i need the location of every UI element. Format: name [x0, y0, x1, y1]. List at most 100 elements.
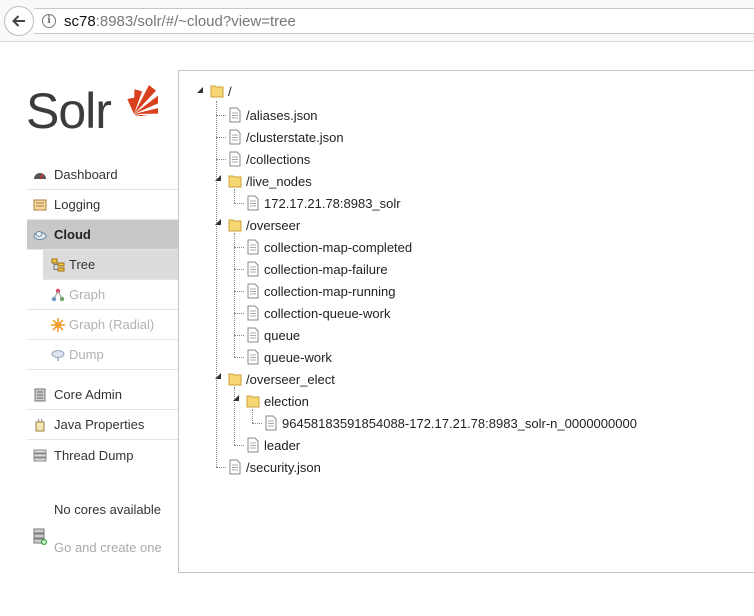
tree-line	[234, 233, 235, 357]
nav-graph[interactable]: Graph	[27, 280, 178, 310]
file-icon	[247, 349, 259, 365]
solr-sun-icon	[127, 85, 158, 116]
folder-icon	[228, 219, 242, 232]
nav-java-properties[interactable]: Java Properties	[27, 410, 178, 440]
tree-node-label: /live_nodes	[246, 173, 312, 189]
nav-core-admin[interactable]: Core Admin	[27, 380, 178, 410]
tree-line	[234, 247, 244, 248]
tree-node-live-node[interactable]: 172.17.21.78:8983_solr	[246, 193, 401, 213]
nav-graph-label: Graph	[69, 287, 106, 302]
nav-tree[interactable]: Tree	[43, 250, 178, 280]
nav-dump[interactable]: Dump	[27, 340, 178, 370]
tree-node-label: queue-work	[264, 349, 332, 365]
graph-icon	[51, 288, 65, 302]
tree-line	[234, 445, 244, 446]
nav-logging[interactable]: Logging	[27, 190, 178, 220]
tree-line	[216, 115, 226, 116]
tree-node-queue[interactable]: queue	[246, 325, 300, 345]
tree-node-label: election	[264, 393, 309, 409]
tree-node-election[interactable]: election	[246, 391, 309, 411]
solr-logo[interactable]: Solr	[26, 68, 160, 140]
tree-panel: / /aliases.json /clusterstate.json /coll…	[178, 70, 754, 573]
tree-node-live-nodes[interactable]: /live_nodes	[228, 171, 312, 191]
tree-line	[216, 101, 217, 467]
nav-cloud-label: Cloud	[54, 227, 91, 242]
file-icon	[247, 195, 259, 211]
core-admin-icon	[34, 388, 46, 402]
tree-node-leader[interactable]: leader	[246, 435, 300, 455]
file-icon	[265, 415, 277, 431]
folder-icon	[210, 85, 224, 98]
file-icon	[247, 437, 259, 453]
graph-radial-icon	[51, 318, 65, 332]
tree-node-label: /aliases.json	[246, 107, 318, 123]
tree-node-label: /overseer_elect	[246, 371, 335, 387]
expand-toggle-icon[interactable]	[213, 371, 223, 381]
tree-node-overseer[interactable]: /overseer	[228, 215, 300, 235]
url-text: sc78:8983/solr/#/~cloud?view=tree	[64, 13, 296, 30]
tree-node-label: leader	[264, 437, 301, 453]
tree-node-label: queue	[264, 327, 301, 343]
expand-toggle-icon[interactable]	[213, 217, 223, 227]
nav-logging-label: Logging	[54, 197, 101, 212]
tree-node-cmap-completed[interactable]: collection-map-completed	[246, 237, 412, 257]
back-button[interactable]	[4, 6, 34, 36]
file-icon	[247, 305, 259, 321]
tree-node-aliases[interactable]: /aliases.json	[228, 105, 318, 125]
tree-line	[252, 423, 262, 424]
expand-toggle-icon[interactable]	[231, 393, 241, 403]
nav-thread-dump-label: Thread Dump	[54, 447, 134, 463]
tree-line	[216, 159, 226, 160]
tree-node-election-entry[interactable]: 96458183591854088-172.17.21.78:8983_solr…	[264, 413, 637, 433]
file-icon	[247, 283, 259, 299]
cloud-icon	[33, 231, 47, 240]
tree-line	[234, 313, 244, 314]
nav-cloud[interactable]: Cloud	[27, 220, 178, 250]
tree-node-security[interactable]: /security.json	[228, 457, 321, 477]
java-properties-icon	[35, 418, 45, 432]
tree-node-queue-work[interactable]: queue-work	[246, 347, 332, 367]
nav-dashboard[interactable]: Dashboard	[27, 160, 178, 190]
tree-line	[234, 269, 244, 270]
create-core-link[interactable]: Go and create one	[54, 538, 164, 557]
tree-node-label: /	[228, 83, 232, 99]
tree-node-label: collection-map-running	[264, 283, 396, 299]
tree-node-cmap-running[interactable]: collection-map-running	[246, 281, 396, 301]
folder-icon	[228, 373, 242, 386]
file-icon	[247, 327, 259, 343]
tree-node-label: /clusterstate.json	[246, 129, 344, 145]
info-icon[interactable]: i	[42, 14, 56, 28]
browser-toolbar: i sc78:8983/solr/#/~cloud?view=tree	[0, 0, 754, 42]
logging-icon	[33, 199, 47, 211]
tree-node-collections[interactable]: /collections	[228, 149, 310, 169]
dashboard-icon	[34, 173, 46, 180]
tree-node-label: collection-map-failure	[264, 261, 388, 277]
dump-icon	[51, 350, 65, 361]
folder-icon	[246, 395, 260, 408]
tree-node-root[interactable]: /	[210, 81, 232, 101]
file-icon	[229, 129, 241, 145]
tree-node-cmap-failure[interactable]: collection-map-failure	[246, 259, 388, 279]
address-bar[interactable]: i sc78:8983/solr/#/~cloud?view=tree	[34, 8, 754, 34]
sidebar-nav: Dashboard Logging Cloud Tree Graph Graph…	[27, 160, 178, 470]
no-cores-text: No cores available	[54, 502, 161, 517]
tree-line	[234, 189, 235, 203]
nav-graph-radial-label: Graph (Radial)	[69, 317, 155, 332]
tree-node-overseer-elect[interactable]: /overseer_elect	[228, 369, 335, 389]
expand-toggle-icon[interactable]	[213, 173, 223, 183]
tree-node-label: /collections	[246, 151, 311, 167]
expand-toggle-icon[interactable]	[195, 85, 205, 95]
tree-line	[252, 409, 253, 423]
tree-node-label: /security.json	[246, 459, 321, 475]
file-icon	[247, 239, 259, 255]
tree-node-label: collection-map-completed	[264, 239, 413, 255]
back-arrow-icon	[12, 15, 25, 27]
tree-node-clusterstate[interactable]: /clusterstate.json	[228, 127, 344, 147]
core-add-icon	[33, 528, 47, 545]
nav-thread-dump[interactable]: Thread Dump	[27, 440, 178, 470]
nav-graph-radial[interactable]: Graph (Radial)	[27, 310, 178, 340]
tree-node-cqueue-work[interactable]: collection-queue-work	[246, 303, 390, 323]
nav-dump-label: Dump	[69, 347, 104, 362]
file-icon	[229, 107, 241, 123]
